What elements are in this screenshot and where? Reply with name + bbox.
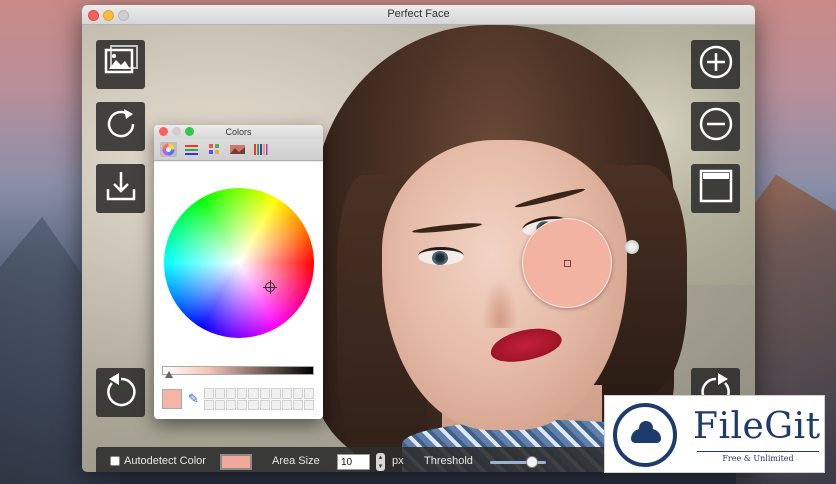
- colors-panel: Colors ✎: [154, 125, 323, 419]
- autodetect-checkbox[interactable]: [110, 456, 120, 466]
- color-palettes-icon: [209, 144, 219, 154]
- color-wheel-crosshair[interactable]: [263, 280, 277, 294]
- color-sample-loupe[interactable]: [522, 218, 612, 308]
- open-image-button[interactable]: [96, 40, 145, 89]
- colors-panel-body: ✎: [154, 162, 323, 419]
- saved-swatches[interactable]: [204, 388, 314, 410]
- open-image-icon: [102, 43, 140, 86]
- window-titlebar[interactable]: Perfect Face: [82, 5, 755, 25]
- area-size-label: Area Size: [272, 455, 320, 467]
- image-palettes-icon: [230, 145, 245, 154]
- color-wheel[interactable]: [164, 188, 314, 338]
- threshold-slider-thumb[interactable]: [526, 456, 538, 468]
- brightness-slider[interactable]: [162, 366, 314, 375]
- undo-icon: [102, 371, 140, 414]
- zoom-out-icon: [697, 105, 735, 148]
- area-size-unit: px: [392, 455, 404, 467]
- photo-earring: [625, 240, 639, 254]
- photo-eye-left: [418, 247, 464, 265]
- filegit-logo: [613, 403, 677, 467]
- zoom-out-button[interactable]: [691, 102, 740, 151]
- rotate-icon: [102, 105, 140, 148]
- skin-color-swatch[interactable]: [220, 454, 252, 470]
- area-size-input[interactable]: 10: [337, 454, 370, 470]
- autodetect-label: Autodetect Color: [124, 455, 206, 467]
- colors-panel-title: Colors: [225, 127, 252, 137]
- colors-toolbar: [154, 139, 323, 161]
- tab-image-palettes[interactable]: [229, 142, 246, 157]
- filegit-watermark: FileGit Free & Unlimited: [604, 395, 825, 473]
- area-size-stepper[interactable]: ▴ ▾: [376, 453, 385, 471]
- fit-view-button[interactable]: [691, 164, 740, 213]
- window-title: Perfect Face: [387, 8, 450, 20]
- rotate-button[interactable]: [96, 102, 145, 151]
- zoom-in-icon: [697, 43, 735, 86]
- threshold-label: Threshold: [424, 455, 473, 467]
- loupe-center-marker: [564, 260, 571, 267]
- color-wheel-icon: [162, 143, 175, 156]
- watermark-brand: FileGit: [693, 406, 821, 447]
- undo-button[interactable]: [96, 368, 145, 417]
- tab-color-wheel[interactable]: [160, 142, 177, 157]
- tab-color-sliders[interactable]: [183, 142, 200, 157]
- eyedropper-icon[interactable]: ✎: [188, 391, 199, 407]
- watermark-tagline: Free & Unlimited: [697, 451, 819, 463]
- color-sliders-icon: [185, 145, 198, 155]
- photo-nose: [482, 280, 518, 328]
- brightness-slider-thumb[interactable]: [165, 371, 173, 378]
- tab-pencils[interactable]: [252, 142, 269, 157]
- save-download-icon: [102, 167, 140, 210]
- pencils-icon: [254, 144, 268, 155]
- colors-panel-titlebar[interactable]: Colors: [154, 125, 323, 139]
- cloud-icon: [631, 421, 661, 443]
- save-button[interactable]: [96, 164, 145, 213]
- tab-color-palettes[interactable]: [206, 142, 223, 157]
- fit-view-icon: [697, 167, 735, 210]
- selected-color-well[interactable]: [162, 389, 182, 409]
- zoom-in-button[interactable]: [691, 40, 740, 89]
